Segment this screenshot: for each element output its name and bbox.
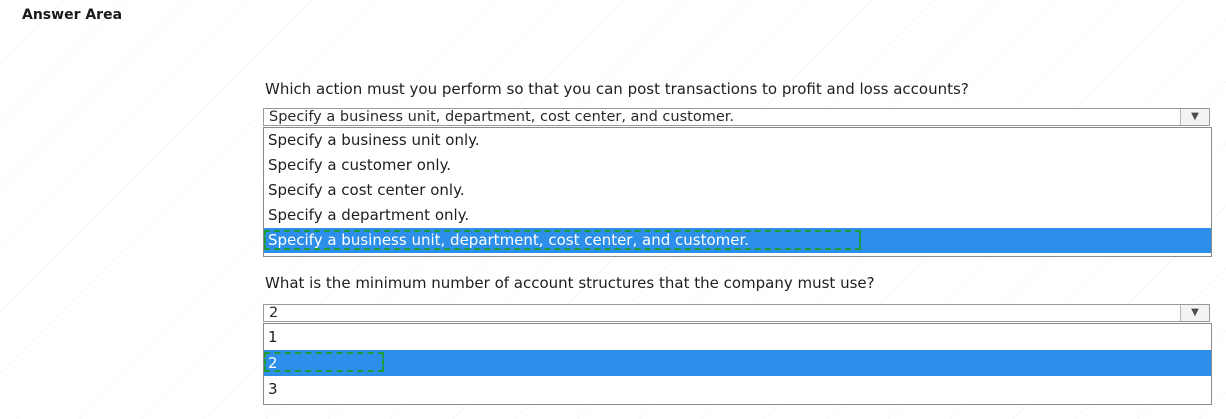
option-text: Specify a business unit, department, cos… <box>268 231 750 249</box>
option-text: 2 <box>268 354 278 372</box>
chevron-down-icon[interactable]: ▼ <box>1180 305 1209 321</box>
correct-answer-marker <box>264 352 384 372</box>
question-2-dropdown[interactable]: 2 ▼ <box>263 304 1210 322</box>
dropdown-option[interactable]: Specify a department only. <box>264 203 1211 228</box>
answer-area-title: Answer Area <box>22 7 123 23</box>
question-1-options-list: Specify a business unit only. Specify a … <box>263 127 1212 257</box>
dropdown-option[interactable]: 3 <box>264 376 1211 402</box>
chevron-down-icon[interactable]: ▼ <box>1180 109 1209 125</box>
dropdown-option-selected[interactable]: 2 <box>264 350 1211 376</box>
question-1-dropdown[interactable]: Specify a business unit, department, cos… <box>263 108 1210 126</box>
question-2-selected-value: 2 <box>269 305 279 321</box>
question-1-text: Which action must you perform so that yo… <box>265 80 969 98</box>
question-2-options-list: 1 2 3 <box>263 323 1212 405</box>
dropdown-option[interactable]: Specify a cost center only. <box>264 178 1211 203</box>
dropdown-option[interactable]: Specify a customer only. <box>264 153 1211 178</box>
dropdown-option[interactable]: 1 <box>264 324 1211 350</box>
question-1-selected-value: Specify a business unit, department, cos… <box>269 109 734 125</box>
dropdown-option[interactable]: Specify a business unit only. <box>264 128 1211 153</box>
dropdown-option-selected[interactable]: Specify a business unit, department, cos… <box>264 228 1211 253</box>
question-2-text: What is the minimum number of account st… <box>265 274 875 292</box>
